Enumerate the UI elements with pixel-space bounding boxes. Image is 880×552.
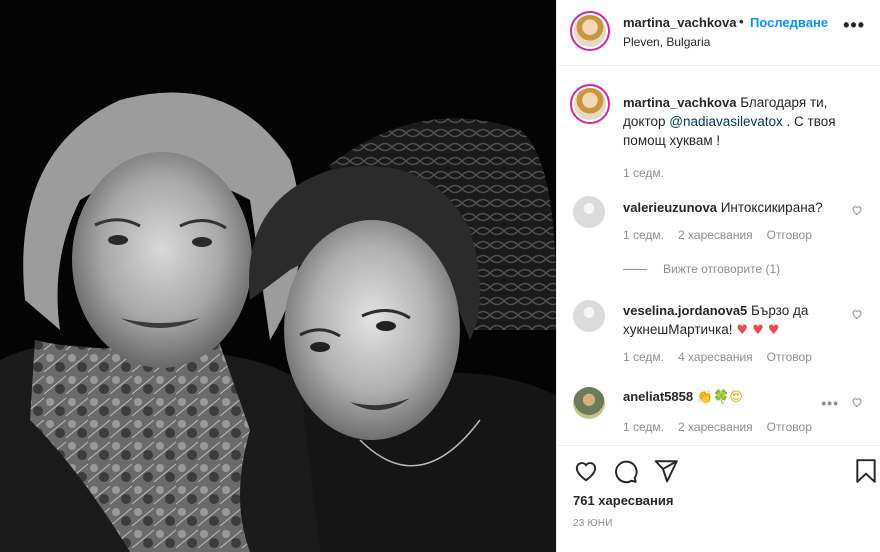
caption-text: martina_vachkova Благодаря ти, доктор @n…	[623, 93, 863, 183]
reply-button[interactable]: Отговор	[767, 228, 812, 242]
follow-button[interactable]: Последване	[750, 15, 828, 30]
likes-count[interactable]: 761 харесвания	[573, 493, 673, 508]
post-header: martina_vachkova • Последване Pleven, Bu…	[557, 0, 880, 66]
comment-text: veselina.jordanova5 Бързо да хукнешМарти…	[623, 301, 843, 340]
four-leaf-clover-emoji: 🍀	[713, 390, 730, 405]
caption-username[interactable]: martina_vachkova	[623, 95, 736, 110]
comment-icon[interactable]	[613, 458, 639, 484]
comment-meta: 1 седм. 2 харесвания Отговор	[623, 228, 826, 242]
comment-avatar-placeholder[interactable]	[573, 196, 605, 228]
comment-more-options-icon[interactable]: •••	[821, 395, 839, 411]
post-actions: 761 харесвания 23 ЮНИ	[557, 445, 880, 552]
photo-two-women-bw	[0, 0, 556, 552]
paper-plane-icon[interactable]	[653, 458, 679, 484]
author-avatar[interactable]	[570, 11, 610, 51]
comment-text: valerieuzunova Интоксикирана?	[623, 198, 843, 217]
heart-outline-icon[interactable]	[573, 458, 599, 484]
comment-meta: 1 седм. 4 харесвания Отговор	[623, 350, 826, 364]
heart-eyes-emoji: 😍	[729, 390, 743, 405]
comment-like-heart-icon[interactable]	[851, 204, 863, 216]
red-hearts-emoji: ♥ ♥ ♥	[736, 323, 780, 338]
comment-text: aneliat5858 👏🍀😍	[623, 387, 843, 407]
caption-author-avatar[interactable]	[570, 84, 610, 124]
commenter-avatar[interactable]	[573, 387, 605, 419]
author-username[interactable]: martina_vachkova	[623, 15, 736, 30]
bookmark-icon[interactable]	[853, 458, 879, 484]
clapping-hands-emoji: 👏	[696, 390, 714, 405]
post-side-panel: martina_vachkova • Последване Pleven, Bu…	[556, 0, 880, 552]
comment-time[interactable]: 1 седм.	[623, 350, 664, 364]
comment-time[interactable]: 1 седм.	[623, 420, 664, 434]
comment-time[interactable]: 1 седм.	[623, 228, 664, 242]
caption-meta: 1 седм.	[623, 164, 863, 183]
caption-time[interactable]: 1 седм.	[623, 166, 664, 180]
view-replies-button[interactable]: Вижте отговорите (1)	[623, 262, 780, 276]
comment-likes[interactable]: 4 харесвания	[678, 350, 753, 364]
separator-dot: •	[739, 14, 744, 29]
comment-avatar-placeholder[interactable]	[573, 300, 605, 332]
post-photo[interactable]	[0, 0, 556, 552]
comment-like-heart-icon[interactable]	[851, 308, 863, 320]
comment-like-heart-icon[interactable]	[851, 396, 863, 408]
comment-username[interactable]: valerieuzunova	[623, 200, 717, 215]
comment-username[interactable]: aneliat5858	[623, 389, 693, 404]
more-options-icon[interactable]: •••	[843, 15, 865, 36]
comment-body: Интоксикирана?	[716, 200, 823, 215]
post-date[interactable]: 23 ЮНИ	[573, 518, 613, 529]
comment-likes[interactable]: 2 харесвания	[678, 228, 753, 242]
comment-likes[interactable]: 2 харесвания	[678, 420, 753, 434]
reply-button[interactable]: Отговор	[767, 350, 812, 364]
comment-meta: 1 седм. 2 харесвания Отговор	[623, 420, 826, 434]
view-replies-line	[623, 269, 647, 271]
instagram-post-modal: martina_vachkova • Последване Pleven, Bu…	[0, 0, 880, 552]
caption-mention-link[interactable]: @nadiavasilevatox	[669, 114, 783, 129]
comment-username[interactable]: veselina.jordanova5	[623, 303, 747, 318]
view-replies-label: Вижте отговорите (1)	[663, 262, 781, 276]
post-location[interactable]: Pleven, Bulgaria	[623, 35, 710, 49]
reply-button[interactable]: Отговор	[767, 420, 812, 434]
